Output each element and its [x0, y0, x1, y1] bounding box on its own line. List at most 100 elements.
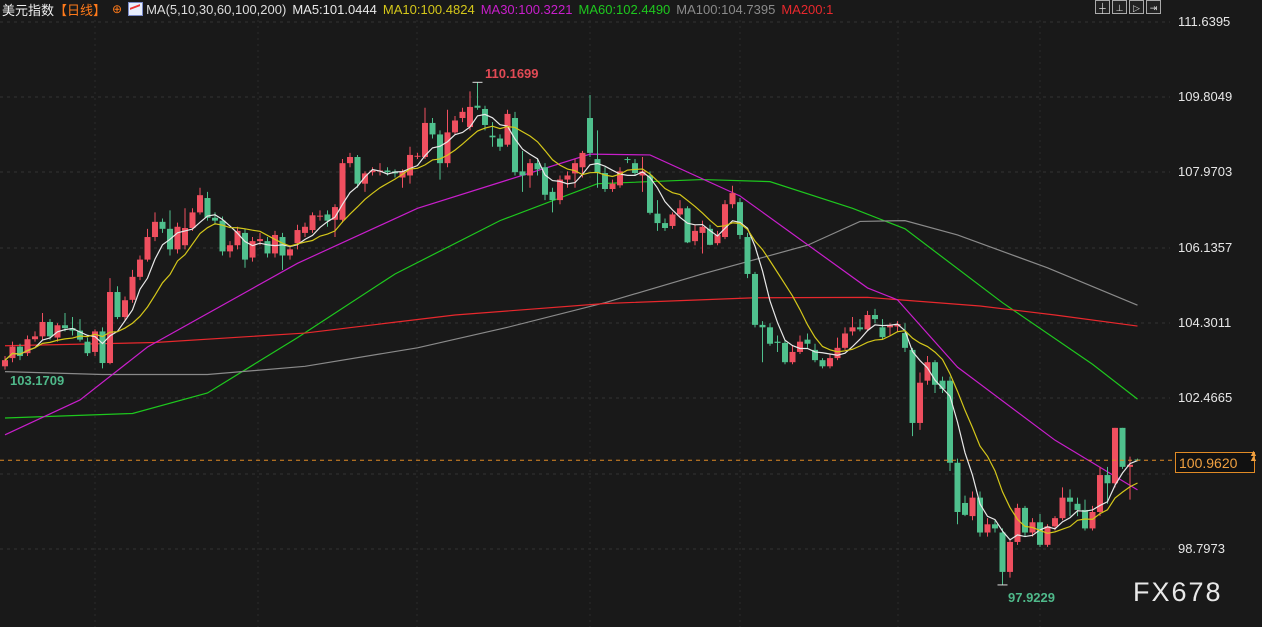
candle-body [722, 204, 728, 238]
candle-body [482, 108, 488, 125]
current-price-label: 100.9620 [1175, 452, 1255, 473]
candle-body [662, 223, 668, 229]
candle-body [512, 118, 518, 173]
candle-body [444, 132, 451, 164]
chart-toolbar: ┼ ⊥ ▷ ⇥ [1095, 0, 1161, 14]
candle-body [654, 213, 661, 224]
candle-body [249, 241, 256, 258]
candle-body [294, 230, 301, 244]
candle-body [422, 122, 428, 158]
candle-body [39, 321, 46, 337]
candle-body [9, 346, 16, 359]
candle-body [497, 138, 503, 147]
candle-body [752, 273, 758, 325]
candle-body [1022, 507, 1028, 533]
candle-body [744, 237, 751, 274]
y-tick-label: 106.1357 [1178, 240, 1233, 255]
candle-body [114, 292, 121, 318]
candle-body [107, 292, 113, 364]
candle-body [204, 198, 211, 218]
candle-body [317, 215, 323, 217]
candle-body [692, 230, 698, 242]
y-tick-label: 111.6395 [1178, 14, 1231, 29]
candle-body [969, 497, 976, 517]
candle-body [842, 333, 848, 348]
low-annotation: 97.9229 [1008, 590, 1055, 605]
candle-body [879, 327, 886, 338]
candle-body [384, 170, 391, 173]
candle-body [407, 154, 413, 176]
candle-body [264, 241, 271, 254]
ma10-value: MA10:100.4824 [382, 1, 475, 17]
candle-body [129, 276, 136, 300]
candle-body [834, 347, 841, 359]
candle-body [339, 163, 346, 220]
candle-body [1119, 427, 1126, 467]
candle-body [587, 118, 593, 153]
candle-body [47, 321, 53, 337]
candle-body [699, 226, 706, 233]
candle-body [954, 462, 961, 512]
candle-body [144, 237, 151, 260]
zoom-range-icon[interactable]: ⊥ [1112, 0, 1127, 14]
candle-body [999, 532, 1006, 572]
instrument-title: 美元指数 [2, 2, 55, 18]
candle-body [174, 226, 181, 250]
period-selector[interactable]: 【日线】 [54, 0, 106, 19]
candle-body [242, 232, 248, 260]
candle-body [827, 358, 833, 367]
candle-body [1067, 497, 1073, 502]
y-tick-label: 109.8049 [1178, 89, 1233, 104]
candle-body [1089, 511, 1096, 529]
chart-header: 美元指数 【日线】 ⊕ MA(5,10,30,60,100,200) MA5:1… [2, 0, 839, 18]
candle-body [1104, 475, 1111, 484]
low-annotation-left: 103.1709 [10, 373, 65, 388]
add-indicator-icon[interactable]: ⊕ [112, 2, 122, 16]
candle-body [84, 341, 91, 354]
candle-body [872, 315, 878, 320]
candle-body [459, 111, 466, 119]
crosshair-icon[interactable]: ┼ [1095, 0, 1110, 14]
exit-icon[interactable]: ⇥ [1146, 0, 1161, 14]
candle-body [519, 171, 526, 176]
ma200-value: MA200:1 [781, 1, 834, 17]
candlestick-chart[interactable] [0, 0, 1262, 627]
candle-body [684, 208, 691, 243]
candle-body [489, 135, 496, 138]
play-icon[interactable]: ▷ [1129, 0, 1144, 14]
candle-body [414, 155, 421, 157]
candle-body [909, 349, 916, 423]
candle-body [122, 300, 128, 318]
candle-body [429, 122, 436, 135]
candle-body [632, 163, 638, 174]
candle-body [917, 382, 923, 423]
candle-body [309, 215, 316, 231]
candle-body [287, 249, 293, 256]
candle-body [669, 214, 676, 226]
candle-body [947, 380, 953, 463]
candle-body [782, 342, 788, 363]
candle-body [347, 157, 353, 164]
candle-body [137, 259, 143, 277]
candle-body [737, 202, 743, 235]
candle-body [1037, 522, 1043, 545]
candle-body [189, 212, 196, 229]
y-tick-label: 98.7973 [1178, 541, 1225, 556]
candle-body [729, 193, 736, 205]
y-tick-label: 102.4665 [1178, 390, 1233, 405]
ma-settings[interactable]: MA(5,10,30,60,100,200) [146, 2, 286, 17]
candle-body [549, 191, 556, 201]
candle-body [849, 327, 856, 332]
indicator-chart-icon[interactable] [128, 2, 144, 16]
candle-body [857, 327, 863, 330]
y-tick-label: 104.3011 [1178, 315, 1232, 330]
candle-body [984, 524, 991, 533]
candle-body [767, 327, 773, 344]
candle-body [594, 159, 601, 174]
candle-body [1074, 503, 1081, 510]
candle-body [789, 351, 796, 363]
candle-body [452, 120, 458, 133]
fx678-watermark: FX678 [1133, 577, 1223, 607]
candle-body [992, 524, 998, 529]
candle-body [279, 237, 286, 256]
